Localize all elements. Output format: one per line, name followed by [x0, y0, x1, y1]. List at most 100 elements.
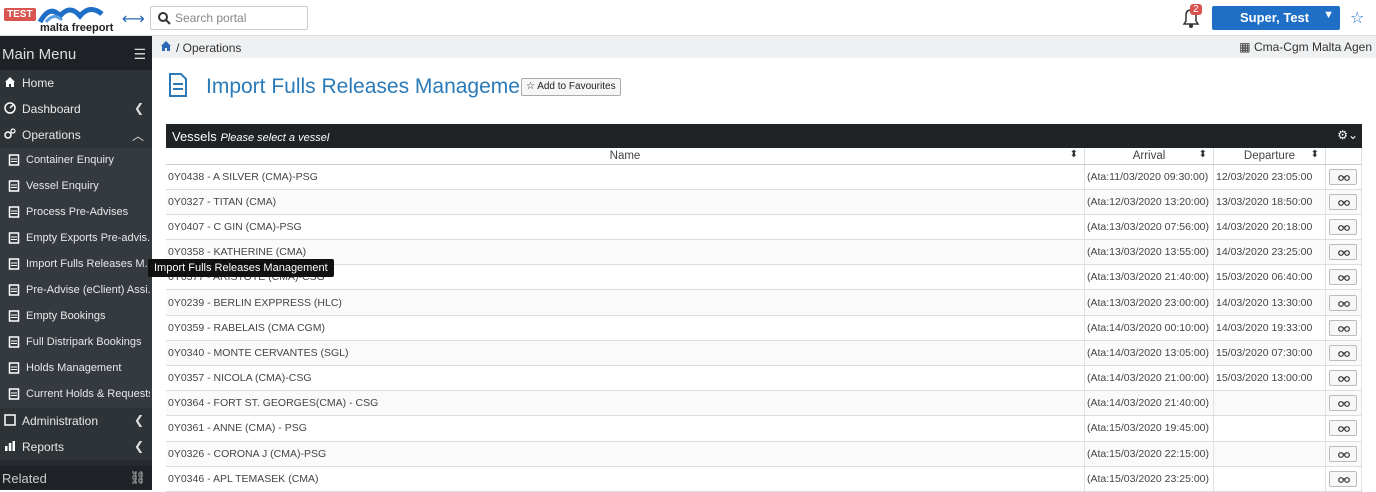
cell-departure: 15/03/2020 06:40:00: [1213, 264, 1326, 291]
cell-action: [1325, 390, 1363, 417]
agency-label[interactable]: ▦ Cma-Cgm Malta Agen: [1239, 40, 1372, 54]
sidebar-tooltip: Import Fulls Releases Management: [148, 259, 334, 277]
cell-arrival: (Ata:13/03/2020 07:56:00): [1084, 214, 1214, 241]
view-vessel-button[interactable]: [1329, 269, 1358, 286]
sidebar-item-administration[interactable]: Administration ❮: [0, 408, 152, 434]
main-menu-header: Main Menu ☰: [0, 36, 152, 70]
favourites-star-icon[interactable]: ☆: [1350, 8, 1364, 28]
sidebar-item-label: Empty Bookings: [26, 310, 106, 322]
cell-departure: [1213, 441, 1326, 467]
sidebar-toggle-icon[interactable]: ⟷: [122, 9, 145, 29]
table-row[interactable]: 0Y0326 - CORONA J (CMA)-PSG (Ata:15/03/20…: [166, 441, 1363, 467]
add-to-favourites-button[interactable]: ☆ Add to Favourites: [521, 78, 621, 96]
sidebar-item-label: Home: [22, 76, 55, 90]
sidebar-item-reports[interactable]: Reports ❮: [0, 434, 152, 460]
table-row[interactable]: 0Y0377 - ARISTOTE (CMA)-CSG (Ata:13/03/20…: [166, 264, 1363, 291]
table-header-row: Name ⬍ Arrival ⬍ Departure ⬍: [166, 148, 1363, 165]
hamburger-icon[interactable]: ☰: [133, 46, 146, 63]
view-vessel-button[interactable]: [1329, 470, 1358, 487]
gear-icon[interactable]: ⚙⌄: [1337, 128, 1358, 142]
document-icon: [8, 362, 20, 374]
table-row[interactable]: 0Y0340 - MONTE CERVANTES (SGL) (Ata:14/03…: [166, 340, 1363, 367]
chevron-left-icon: ❮: [133, 439, 144, 453]
window-icon: [4, 414, 16, 426]
view-vessel-button[interactable]: [1329, 420, 1358, 437]
view-vessel-button[interactable]: [1329, 319, 1358, 336]
sidebar-item-vessel-enquiry[interactable]: Vessel Enquiry: [0, 174, 152, 200]
sidebar-item-home[interactable]: Home: [0, 70, 152, 96]
binoculars-icon: [1338, 275, 1351, 282]
table-row[interactable]: 0Y0358 - KATHERINE (CMA) (Ata:13/03/2020 …: [166, 239, 1363, 266]
sidebar-item-empty-bookings[interactable]: Empty Bookings: [0, 304, 152, 330]
cell-name: 0Y0239 - BERLIN EXPPRESS (HLC): [166, 289, 1085, 316]
home-icon[interactable]: [160, 40, 172, 52]
cell-action: [1325, 239, 1363, 266]
table-row[interactable]: 0Y0438 - A SILVER (CMA)-PSG (Ata:11/03/20…: [166, 164, 1363, 190]
sidebar-item-pre-advise-eclient[interactable]: Pre-Advise (eClient) Assi...: [0, 278, 152, 304]
related-section[interactable]: Related ⛓: [0, 466, 152, 490]
sidebar-item-current-holds-requests[interactable]: Current Holds & Requests: [0, 382, 152, 408]
document-icon: [8, 232, 20, 244]
cell-name: 0Y0364 - FORT ST. GEORGES(CMA) - CSG: [166, 390, 1085, 417]
binoculars-icon: [1338, 376, 1351, 382]
cell-action: [1325, 189, 1363, 215]
document-icon: [8, 180, 20, 192]
document-icon: [8, 154, 20, 166]
table-row[interactable]: 0Y0361 - ANNE (CMA) - PSG (Ata:15/03/2020…: [166, 415, 1363, 442]
building-icon: ▦: [1239, 40, 1251, 54]
vessels-table-body: 0Y0438 - A SILVER (CMA)-PSG (Ata:11/03/20…: [166, 164, 1363, 492]
sidebar-item-label: Import Fulls Releases M...: [26, 258, 150, 270]
document-icon: [8, 284, 20, 296]
cell-name: 0Y0438 - A SILVER (CMA)-PSG: [166, 164, 1085, 190]
search-box[interactable]: [150, 6, 308, 30]
binoculars-icon: [1338, 426, 1351, 433]
column-header-arrival[interactable]: Arrival ⬍: [1084, 148, 1214, 165]
view-vessel-button[interactable]: [1329, 244, 1358, 261]
view-vessel-button[interactable]: [1329, 370, 1358, 387]
cell-arrival: (Ata:14/03/2020 21:00:00): [1084, 365, 1214, 392]
cell-departure: 13/03/2020 18:50:00: [1213, 189, 1326, 215]
cell-arrival: (Ata:14/03/2020 13:05:00): [1084, 340, 1214, 367]
search-icon: [158, 12, 171, 25]
link-icon: ⛓: [129, 470, 146, 485]
sidebar-item-container-enquiry[interactable]: Container Enquiry: [0, 148, 152, 174]
sidebar-item-label: Reports: [22, 440, 65, 454]
sidebar-item-import-fulls-releases[interactable]: Import Fulls Releases M...: [0, 252, 152, 278]
binoculars-icon: [1338, 476, 1351, 483]
cell-departure: [1213, 415, 1326, 442]
view-vessel-button[interactable]: [1329, 445, 1358, 462]
view-vessel-button[interactable]: [1329, 395, 1358, 412]
cell-action: [1325, 466, 1363, 492]
sidebar-item-process-pre-advises[interactable]: Process Pre-Advises: [0, 200, 152, 226]
sidebar-item-dashboard[interactable]: Dashboard ❮: [0, 96, 152, 122]
sidebar-item-label: Holds Management: [26, 362, 122, 374]
vessels-table: Name ⬍ Arrival ⬍ Departure ⬍ 0Y0438 - A SIL…: [166, 148, 1363, 492]
sidebar-item-operations[interactable]: Operations ︿: [0, 122, 152, 148]
table-row[interactable]: 0Y0359 - RABELAIS (CMA CGM) (Ata:14/03/20…: [166, 315, 1363, 341]
view-vessel-button[interactable]: [1329, 344, 1358, 361]
cell-action: [1325, 264, 1363, 291]
column-header-name[interactable]: Name ⬍: [166, 148, 1085, 165]
sidebar-item-full-distripark-bookings[interactable]: Full Distripark Bookings: [0, 330, 152, 356]
table-row[interactable]: 0Y0357 - NICOLA (CMA)-CSG (Ata:14/03/2020…: [166, 365, 1363, 392]
view-vessel-button[interactable]: [1329, 294, 1358, 311]
table-row[interactable]: 0Y0364 - FORT ST. GEORGES(CMA) - CSG (Ata…: [166, 390, 1363, 417]
search-input[interactable]: [175, 10, 303, 26]
column-header-departure[interactable]: Departure ⬍: [1213, 148, 1326, 165]
home-icon: [5, 77, 15, 87]
related-label: Related: [2, 471, 47, 486]
table-row[interactable]: 0Y0407 - C GIN (CMA)-PSG (Ata:13/03/2020 …: [166, 214, 1363, 241]
user-menu-button[interactable]: Super, Test ▼: [1212, 6, 1340, 30]
sidebar-item-holds-management[interactable]: Holds Management: [0, 356, 152, 382]
view-vessel-button[interactable]: [1329, 218, 1358, 235]
binoculars-icon: [1338, 451, 1351, 458]
table-row[interactable]: 0Y0346 - APL TEMASEK (CMA) (Ata:15/03/202…: [166, 466, 1363, 492]
view-vessel-button[interactable]: [1329, 193, 1358, 210]
cell-departure: [1213, 390, 1326, 417]
table-row[interactable]: 0Y0239 - BERLIN EXPPRESS (HLC) (Ata:13/03…: [166, 289, 1363, 316]
view-vessel-button[interactable]: [1329, 168, 1358, 185]
cell-departure: 14/03/2020 19:33:00: [1213, 315, 1326, 341]
sidebar-item-empty-exports[interactable]: Empty Exports Pre-advis...: [0, 226, 152, 252]
cogs-icon: [4, 128, 16, 139]
table-row[interactable]: 0Y0327 - TITAN (CMA) (Ata:12/03/2020 13:2…: [166, 189, 1363, 215]
